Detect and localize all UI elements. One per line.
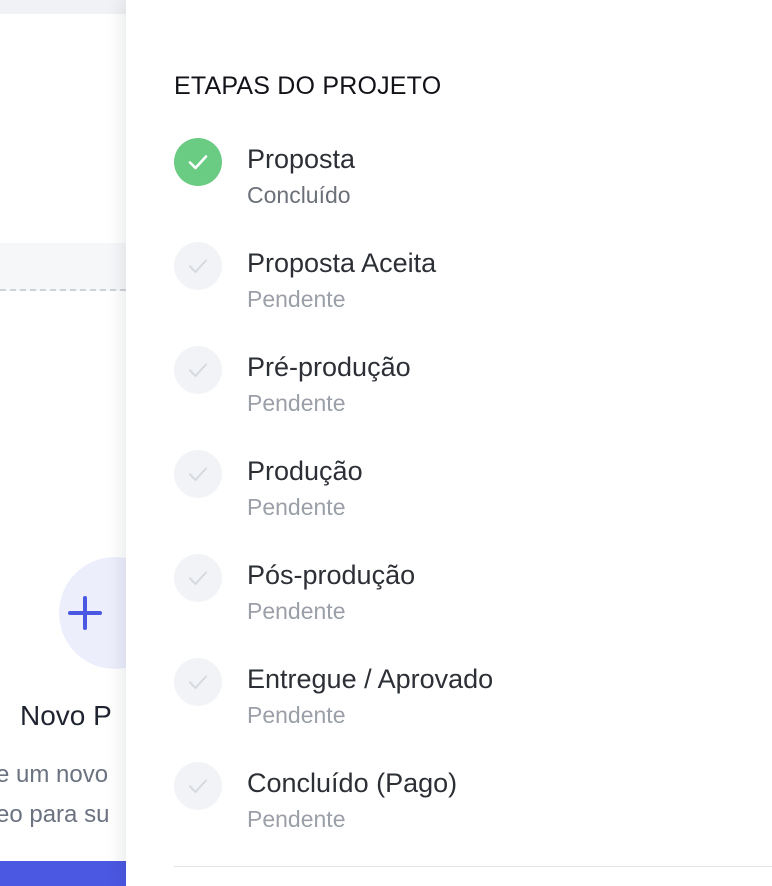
step-status: Pendente — [247, 286, 346, 312]
new-project-primary-button[interactable] — [0, 861, 126, 886]
step-item[interactable]: Proposta Aceita Pendente — [174, 242, 772, 346]
step-name: Proposta Aceita — [247, 248, 437, 278]
step-check-icon — [174, 242, 222, 290]
step-item[interactable]: Concluído (Pago) Pendente — [174, 762, 772, 866]
step-name: Concluído (Pago) — [247, 768, 458, 798]
steps-list: Proposta Concluído Proposta Aceita Pende… — [174, 138, 772, 866]
step-status: Pendente — [247, 806, 346, 832]
step-item[interactable]: Produção Pendente — [174, 450, 772, 554]
new-project-description-line: e um novo — [0, 761, 109, 788]
step-check-icon — [174, 138, 222, 186]
background-dropzone-band — [0, 243, 126, 291]
step-check-icon — [174, 762, 222, 810]
step-status: Pendente — [247, 702, 346, 728]
step-name: Proposta — [247, 144, 356, 174]
step-name: Pré-produção — [247, 352, 411, 382]
project-steps-drawer: ETAPAS DO PROJETO Proposta Concluído Pro… — [126, 0, 772, 886]
step-status: Concluído — [247, 182, 351, 208]
step-item[interactable]: Pré-produção Pendente — [174, 346, 772, 450]
step-name: Produção — [247, 456, 363, 486]
step-item[interactable]: Entregue / Aprovado Pendente — [174, 658, 772, 762]
check-icon — [189, 571, 207, 585]
check-icon — [189, 467, 207, 481]
check-icon — [188, 155, 208, 170]
step-status: Pendente — [247, 494, 346, 520]
step-item[interactable]: Proposta Concluído — [174, 138, 772, 242]
step-status: Pendente — [247, 598, 346, 624]
plus-icon — [68, 596, 102, 630]
check-icon — [189, 779, 207, 793]
drawer-heading: ETAPAS DO PROJETO — [174, 72, 442, 100]
step-name: Entregue / Aprovado — [247, 664, 494, 694]
step-check-icon — [174, 658, 222, 706]
background-page: Novo P e um novo eo para su — [0, 0, 126, 886]
step-check-icon — [174, 346, 222, 394]
check-icon — [189, 259, 207, 273]
step-item[interactable]: Pós-produção Pendente — [174, 554, 772, 658]
new-project-title: Novo P — [20, 700, 112, 731]
new-project-plus-button[interactable] — [59, 557, 126, 669]
background-top-bar — [0, 0, 126, 14]
new-project-description: e um novo eo para su — [0, 755, 109, 835]
step-check-icon — [174, 450, 222, 498]
check-icon — [189, 675, 207, 689]
new-project-description-line: eo para su — [0, 801, 110, 828]
check-icon — [189, 363, 207, 377]
page: Novo P e um novo eo para su ETAPAS DO PR… — [0, 0, 772, 886]
step-check-icon — [174, 554, 222, 602]
drawer-divider — [174, 866, 772, 867]
step-status: Pendente — [247, 390, 346, 416]
step-name: Pós-produção — [247, 560, 416, 590]
